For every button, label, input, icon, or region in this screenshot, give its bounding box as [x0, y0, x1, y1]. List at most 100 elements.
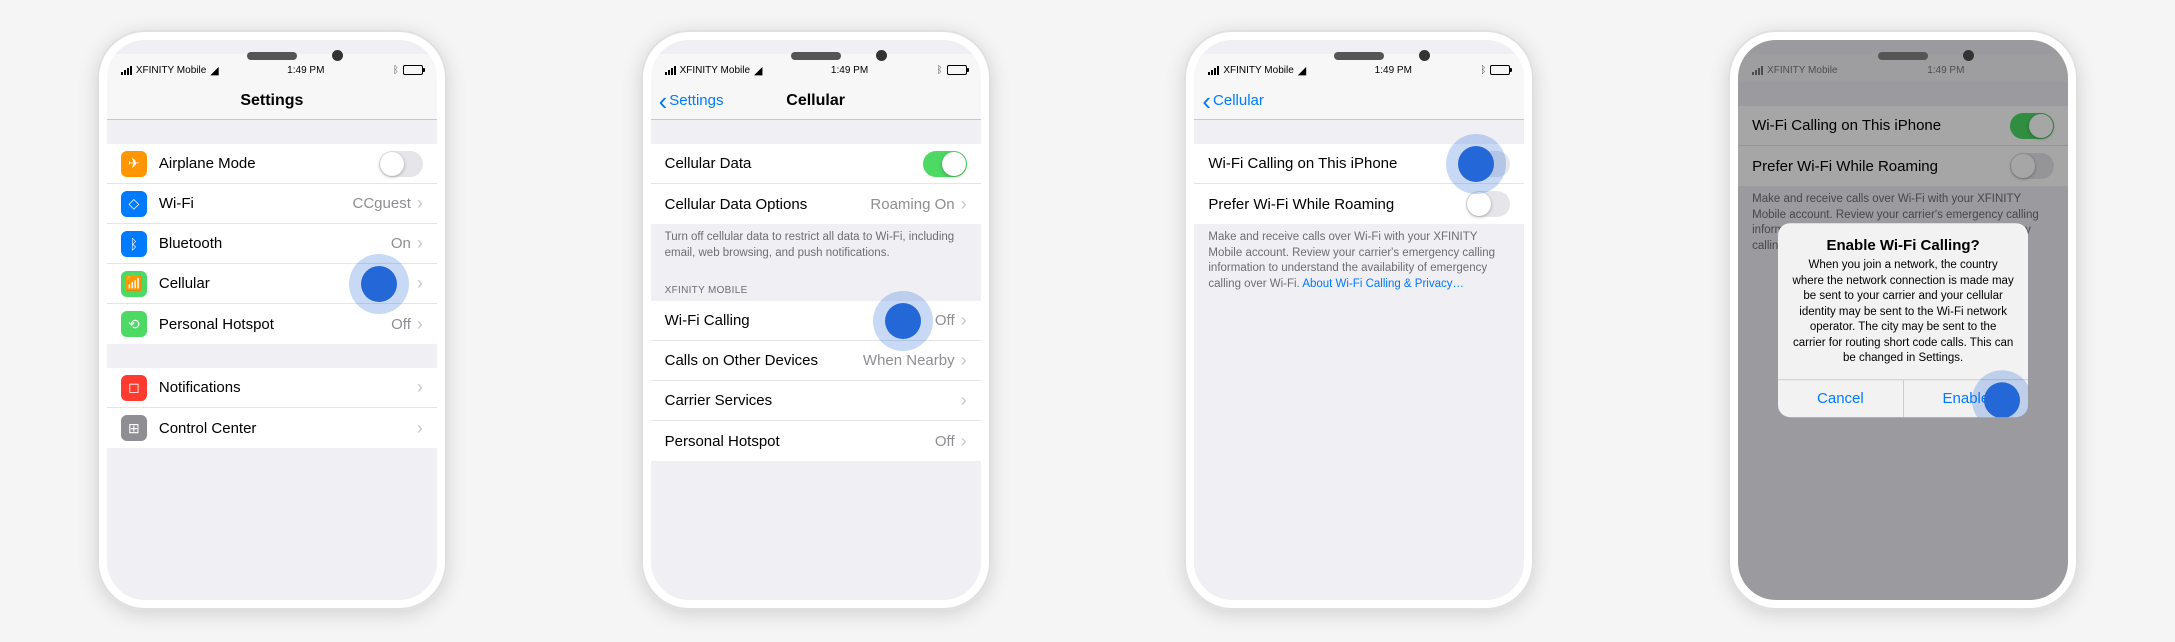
time-label: 1:49 PM [831, 65, 868, 76]
cellular-data-toggle[interactable] [923, 151, 967, 177]
signal-icon [1208, 66, 1219, 75]
chevron-icon: › [961, 390, 967, 411]
carrier-label: XFINITY Mobile [136, 65, 206, 76]
screen-wifi-calling: XFINITY Mobile ◢ 1:49 PM ᛒ Cellular Wi-F… [1194, 40, 1524, 600]
row-detail: CCguest [353, 195, 411, 212]
row-detail: Roaming On [870, 196, 954, 213]
row-label: Cellular [159, 275, 417, 292]
status-bar: XFINITY Mobile ◢ 1:49 PM ᛒ [1194, 54, 1524, 82]
screen-settings: XFINITY Mobile ◢ 1:49 PM ᛒ Settings ✈ Ai… [107, 40, 437, 600]
row-wifi-calling[interactable]: Wi-Fi Calling Off › [651, 301, 981, 341]
row-detail: On [391, 235, 411, 252]
nav-bar: Cellular [1194, 82, 1524, 120]
cancel-button[interactable]: Cancel [1778, 380, 1904, 417]
row-cellular-data-options[interactable]: Cellular Data Options Roaming On › [651, 184, 981, 224]
phone-frame: XFINITY Mobile ◢ 1:49 PM ᛒ Cellular Wi-F… [1184, 30, 1534, 610]
hotspot-icon: ⟲ [121, 311, 147, 337]
bluetooth-icon: ᛒ [1480, 65, 1486, 76]
wifi-icon: ◢ [754, 64, 762, 77]
row-calls-other-devices[interactable]: Calls on Other Devices When Nearby › [651, 341, 981, 381]
notifications-icon: ◻ [121, 375, 147, 401]
wifi-icon: ◢ [210, 64, 218, 77]
bluetooth-icon: ᛒ [393, 65, 399, 76]
nav-bar: Settings Cellular [651, 82, 981, 120]
row-control-center[interactable]: ⊞ Control Center › [107, 408, 437, 448]
row-label: Wi-Fi Calling [665, 312, 935, 329]
signal-icon [121, 66, 132, 75]
time-label: 1:49 PM [1375, 65, 1412, 76]
back-button[interactable]: Settings [659, 92, 724, 109]
airplane-icon: ✈ [121, 151, 147, 177]
screen-cellular: XFINITY Mobile ◢ 1:49 PM ᛒ Settings Cell… [651, 40, 981, 600]
row-label: Personal Hotspot [159, 316, 391, 333]
screen-alert: XFINITY Mobile 1:49 PM Wi-Fi Calling on … [1738, 40, 2068, 600]
row-wifi[interactable]: ◇ Wi-Fi CCguest › [107, 184, 437, 224]
status-bar: XFINITY Mobile ◢ 1:49 PM ᛒ [651, 54, 981, 82]
row-wifi-calling-iphone[interactable]: Wi-Fi Calling on This iPhone [1194, 144, 1524, 184]
chevron-icon: › [417, 418, 423, 439]
enable-button[interactable]: Enable [1904, 380, 2029, 417]
chevron-icon: › [961, 310, 967, 331]
row-label: Cellular Data [665, 155, 923, 172]
battery-icon [1490, 65, 1510, 75]
row-label: Bluetooth [159, 235, 391, 252]
wifi-calling-toggle[interactable] [1466, 151, 1510, 177]
phone-frame: XFINITY Mobile 1:49 PM Wi-Fi Calling on … [1728, 30, 2078, 610]
chevron-icon: › [417, 273, 423, 294]
row-label: Wi-Fi [159, 195, 353, 212]
row-personal-hotspot[interactable]: Personal Hotspot Off › [651, 421, 981, 461]
row-label: Carrier Services [665, 392, 961, 409]
privacy-link[interactable]: About Wi-Fi Calling & Privacy… [1302, 278, 1464, 290]
row-label: Prefer Wi-Fi While Roaming [1208, 196, 1466, 213]
carrier-label: XFINITY Mobile [1223, 65, 1293, 76]
row-cellular-data[interactable]: Cellular Data [651, 144, 981, 184]
phone-frame: XFINITY Mobile ◢ 1:49 PM ᛒ Settings Cell… [641, 30, 991, 610]
alert-title: Enable Wi-Fi Calling? [1778, 223, 2028, 258]
row-notifications[interactable]: ◻ Notifications › [107, 368, 437, 408]
section-footer: Turn off cellular data to restrict all d… [651, 224, 981, 271]
chevron-icon: › [417, 193, 423, 214]
control-center-icon: ⊞ [121, 415, 147, 441]
battery-icon [947, 65, 967, 75]
prefer-wifi-toggle[interactable] [1466, 191, 1510, 217]
row-label: Calls on Other Devices [665, 352, 863, 369]
chevron-icon: › [417, 314, 423, 335]
row-label: Cellular Data Options [665, 196, 871, 213]
row-detail: Off [935, 312, 955, 329]
phone-frame: XFINITY Mobile ◢ 1:49 PM ᛒ Settings ✈ Ai… [97, 30, 447, 610]
chevron-icon: › [417, 377, 423, 398]
cellular-icon: 📶 [121, 271, 147, 297]
row-label: Personal Hotspot [665, 433, 935, 450]
row-detail: Off [391, 316, 411, 333]
chevron-icon: › [417, 233, 423, 254]
row-carrier-services[interactable]: Carrier Services › [651, 381, 981, 421]
airplane-toggle[interactable] [379, 151, 423, 177]
row-label: Control Center [159, 420, 417, 437]
section-footer: Make and receive calls over Wi-Fi with y… [1194, 224, 1524, 302]
section-header: XFINITY MOBILE [651, 271, 981, 301]
back-button[interactable]: Cellular [1202, 92, 1264, 109]
alert-dialog: Enable Wi-Fi Calling? When you join a ne… [1778, 223, 2028, 417]
row-personal-hotspot[interactable]: ⟲ Personal Hotspot Off › [107, 304, 437, 344]
time-label: 1:49 PM [287, 65, 324, 76]
bluetooth-icon: ᛒ [937, 65, 943, 76]
row-prefer-wifi-roaming[interactable]: Prefer Wi-Fi While Roaming [1194, 184, 1524, 224]
chevron-icon: › [961, 431, 967, 452]
tap-indicator [1984, 382, 2020, 417]
row-label: Wi-Fi Calling on This iPhone [1208, 155, 1466, 172]
nav-bar: Settings [107, 82, 437, 120]
signal-icon [665, 66, 676, 75]
row-cellular[interactable]: 📶 Cellular › [107, 264, 437, 304]
status-bar: XFINITY Mobile ◢ 1:49 PM ᛒ [107, 54, 437, 82]
battery-icon [403, 65, 423, 75]
chevron-icon: › [961, 194, 967, 215]
page-title: Cellular [786, 92, 845, 110]
row-detail: When Nearby [863, 352, 955, 369]
carrier-label: XFINITY Mobile [680, 65, 750, 76]
row-label: Airplane Mode [159, 155, 379, 172]
page-title: Settings [240, 92, 303, 110]
row-bluetooth[interactable]: ᛒ Bluetooth On › [107, 224, 437, 264]
row-airplane-mode[interactable]: ✈ Airplane Mode [107, 144, 437, 184]
wifi-settings-icon: ◇ [121, 191, 147, 217]
row-detail: Off [935, 433, 955, 450]
